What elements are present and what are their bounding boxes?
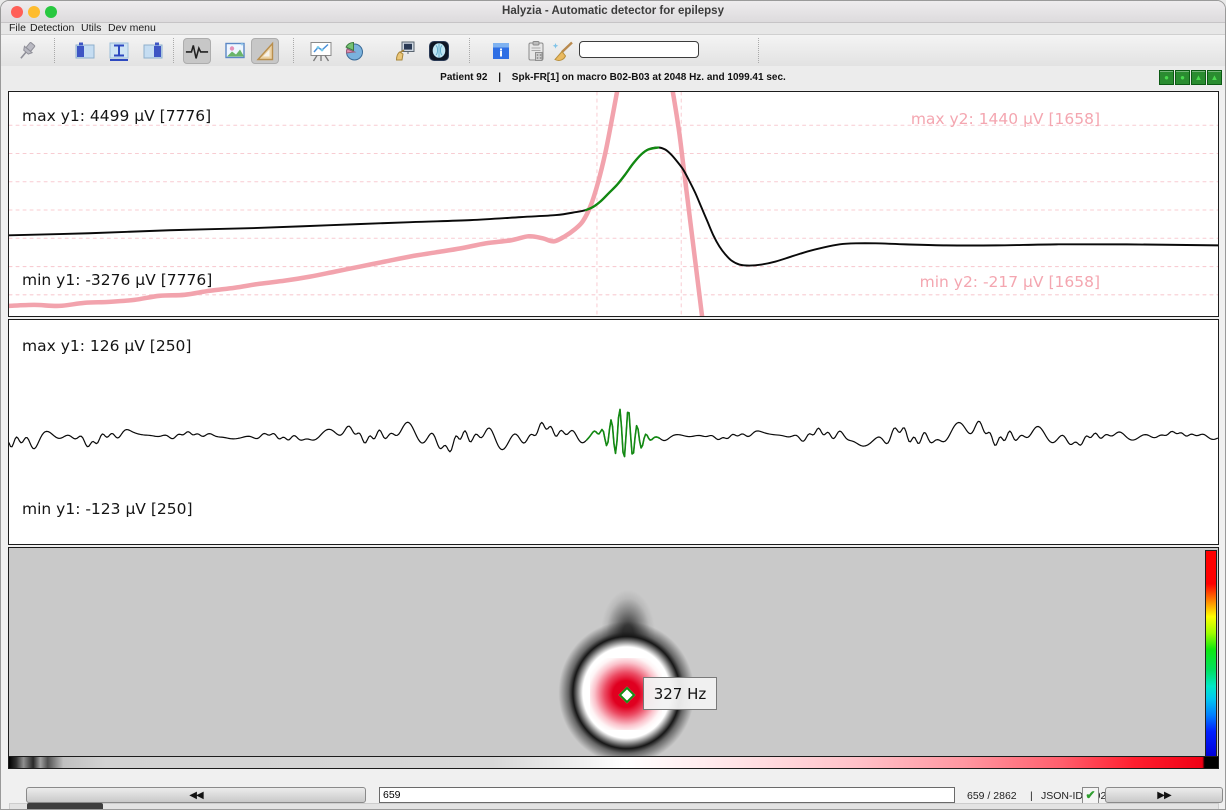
view-dot-button-2[interactable]: ● bbox=[1175, 70, 1190, 85]
chart-board-icon bbox=[308, 39, 334, 63]
frequency-colorbar bbox=[1205, 550, 1217, 757]
intensity-strip bbox=[9, 756, 1218, 768]
status-separator: | bbox=[498, 72, 501, 83]
waveform-tool-button[interactable] bbox=[183, 38, 211, 64]
status-bar: Patient 92 | Spk-FR[1] on macro B02-B03 … bbox=[1, 66, 1225, 90]
horizontal-scrollbar[interactable] bbox=[9, 803, 1219, 810]
view-dot-button-1[interactable]: ● bbox=[1159, 70, 1174, 85]
amplitude-tool-button[interactable] bbox=[105, 38, 133, 64]
toolbar-separator bbox=[173, 38, 174, 63]
patient-id: Patient 92 bbox=[440, 72, 487, 83]
title-bar: Halyzia - Automatic detector for epileps… bbox=[1, 1, 1225, 23]
panel-right-icon bbox=[141, 39, 165, 63]
view-up-button-1[interactable]: ▲ bbox=[1191, 70, 1206, 85]
menu-bar: File Detection Utils Dev menu bbox=[1, 23, 1225, 34]
pin-tool-button[interactable] bbox=[13, 38, 41, 64]
panel-left-tool-button[interactable] bbox=[71, 38, 99, 64]
next-event-button[interactable]: ▶▶ bbox=[1105, 787, 1223, 803]
menu-file[interactable]: File bbox=[9, 22, 26, 34]
counter-separator: | bbox=[1030, 790, 1033, 802]
svg-text:i: i bbox=[499, 47, 503, 60]
brain-scan-tool-button[interactable] bbox=[425, 38, 453, 64]
event-counter: 659 / 2862 bbox=[967, 790, 1017, 802]
time-frequency-panel[interactable]: 327 Hz bbox=[8, 547, 1219, 769]
toolbar-separator bbox=[54, 38, 55, 63]
menu-detection[interactable]: Detection bbox=[30, 22, 74, 34]
chart-board-tool-button[interactable] bbox=[307, 38, 335, 64]
scrollbar-thumb[interactable] bbox=[27, 803, 103, 810]
menu-utils[interactable]: Utils bbox=[81, 22, 101, 34]
brain-scan-icon bbox=[427, 39, 451, 63]
hand-screen-icon bbox=[393, 39, 417, 63]
toolbar-separator bbox=[758, 38, 759, 63]
clipboard-icon bbox=[524, 39, 548, 63]
panel1-max-y2-label: max y2: 1440 μV [1658] bbox=[911, 110, 1100, 128]
patient-status-text: Patient 92 | Spk-FR[1] on macro B02-B03 … bbox=[1, 72, 1225, 83]
menu-dev[interactable]: Dev menu bbox=[108, 22, 156, 34]
image-tool-button[interactable] bbox=[221, 38, 249, 64]
ruler-icon bbox=[253, 39, 277, 63]
panel2-min-y1-label: min y1: -123 μV [250] bbox=[22, 500, 193, 518]
panel1-min-y1-label: min y1: -3276 μV [7776] bbox=[22, 271, 212, 289]
validate-checkbox[interactable]: ✔ bbox=[1082, 787, 1099, 804]
pin-icon bbox=[15, 39, 39, 63]
toolbar-separator bbox=[293, 38, 294, 63]
toolbar-separator bbox=[469, 38, 470, 63]
event-index-input[interactable] bbox=[379, 787, 955, 803]
amplitude-icon bbox=[107, 39, 131, 63]
waveform-icon bbox=[185, 40, 209, 62]
json-id-label: JSON-ID: 1927 bbox=[1041, 790, 1112, 802]
raw-signal-plot-panel[interactable]: max y1: 4499 μV [7776] min y1: -3276 μV … bbox=[8, 91, 1219, 317]
recording-info: Spk-FR[1] on macro B02-B03 at 2048 Hz. a… bbox=[512, 72, 786, 83]
broom-icon bbox=[550, 39, 576, 63]
panel1-min-y2-label: min y2: -217 μV [1658] bbox=[920, 273, 1100, 291]
clipboard-tool-button[interactable] bbox=[522, 38, 550, 64]
app-window: Halyzia - Automatic detector for epileps… bbox=[0, 0, 1226, 810]
search-input[interactable] bbox=[579, 41, 699, 58]
filtered-signal-plot-panel[interactable]: max y1: 126 μV [250] min y1: -123 μV [25… bbox=[8, 319, 1219, 545]
panel-right-tool-button[interactable] bbox=[139, 38, 167, 64]
broom-tool-button[interactable] bbox=[549, 38, 577, 64]
panel2-max-y1-label: max y1: 126 μV [250] bbox=[22, 337, 191, 355]
image-icon bbox=[223, 39, 247, 63]
previous-event-button[interactable]: ◀◀ bbox=[26, 787, 366, 803]
frequency-label: 327 Hz bbox=[643, 677, 717, 710]
view-up-button-2[interactable]: ▲ bbox=[1207, 70, 1222, 85]
panel1-max-y1-label: max y1: 4499 μV [7776] bbox=[22, 107, 211, 125]
ruler-tool-button[interactable] bbox=[251, 38, 279, 64]
pie-chart-tool-button[interactable] bbox=[340, 38, 368, 64]
info-icon: i bbox=[490, 40, 512, 62]
panel-left-icon bbox=[73, 39, 97, 63]
toolbar: i bbox=[1, 34, 1225, 67]
hand-screen-tool-button[interactable] bbox=[391, 38, 419, 64]
window-title: Halyzia - Automatic detector for epileps… bbox=[1, 5, 1225, 17]
info-tool-button[interactable]: i bbox=[487, 38, 515, 64]
pie-chart-icon bbox=[342, 39, 366, 63]
